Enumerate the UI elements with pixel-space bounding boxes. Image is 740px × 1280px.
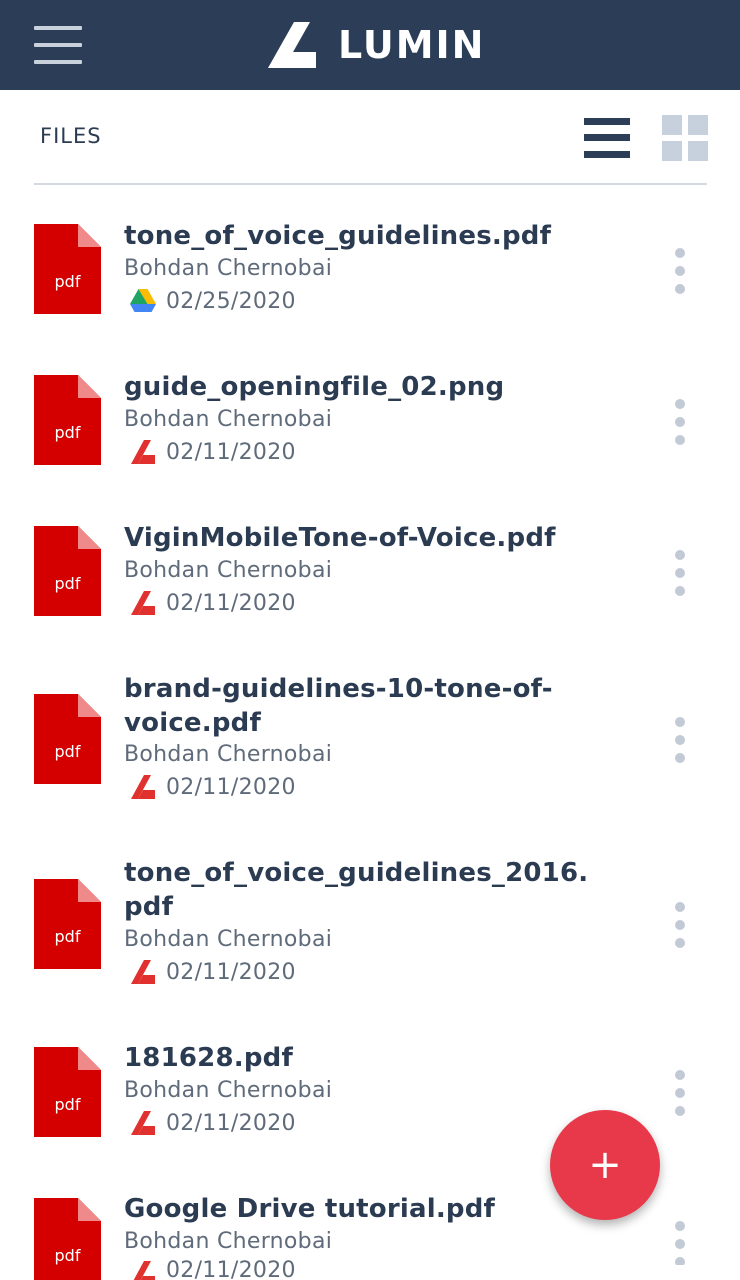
file-date: 02/11/2020 [166, 1258, 296, 1280]
more-options-icon[interactable] [668, 1221, 692, 1265]
file-date: 02/11/2020 [166, 590, 296, 616]
lumin-icon [131, 591, 155, 615]
lumin-icon [133, 1261, 155, 1280]
app-root: LUMIN FILES pdf tone_of_voice_guidelines… [0, 0, 740, 1280]
lumin-icon [131, 1111, 155, 1135]
file-date: 02/25/2020 [166, 288, 296, 314]
more-options-icon[interactable] [668, 399, 692, 445]
pdf-file-icon: pdf [34, 224, 101, 314]
pdf-file-icon: pdf [34, 879, 101, 969]
menu-icon[interactable] [34, 26, 82, 66]
file-meta: 02/11/2020 [130, 1258, 296, 1280]
file-meta: 02/11/2020 [130, 773, 296, 801]
file-name: brand-guidelines-10-tone-of- voice.pdf [124, 674, 553, 738]
more-options-icon[interactable] [668, 1070, 692, 1116]
lumin-logo-icon [268, 22, 316, 68]
files-toolbar: FILES [0, 90, 740, 184]
file-name: ViginMobileTone-of-Voice.pdf [124, 523, 556, 553]
file-meta: 02/25/2020 [130, 287, 296, 315]
toolbar-divider [34, 183, 707, 185]
file-meta: 02/11/2020 [130, 589, 296, 617]
grid-view-icon[interactable] [662, 115, 708, 161]
more-options-icon[interactable] [668, 550, 692, 596]
file-date: 02/11/2020 [166, 774, 296, 800]
lumin-icon [131, 775, 155, 799]
file-name: tone_of_voice_guidelines.pdf [124, 221, 552, 251]
file-owner: Bohdan Chernobai [124, 256, 333, 281]
file-owner: Bohdan Chernobai [124, 1229, 333, 1254]
pdf-file-icon: pdf [34, 694, 101, 784]
pdf-file-icon: pdf [34, 526, 101, 616]
brand-name: LUMIN [338, 23, 486, 67]
list-view-icon[interactable] [584, 118, 630, 158]
add-file-button[interactable]: + [550, 1110, 660, 1220]
file-date: 02/11/2020 [166, 959, 296, 985]
file-owner: Bohdan Chernobai [124, 1078, 333, 1103]
file-name: tone_of_voice_guidelines_2016. pdf [124, 858, 589, 922]
more-options-icon[interactable] [668, 902, 692, 948]
file-meta: 02/11/2020 [130, 438, 296, 466]
file-date: 02/11/2020 [166, 439, 296, 465]
pdf-file-icon: pdf [34, 1198, 101, 1280]
file-name: 181628.pdf [124, 1043, 293, 1073]
file-name: Google Drive tutorial.pdf [124, 1194, 496, 1224]
file-date: 02/11/2020 [166, 1110, 296, 1136]
google-drive-icon [130, 289, 156, 312]
file-name: guide_openingfile_02.png [124, 372, 505, 402]
brand: LUMIN [266, 22, 485, 68]
more-options-icon[interactable] [668, 717, 692, 763]
pdf-file-icon: pdf [34, 1047, 101, 1137]
file-meta: 02/11/2020 [130, 958, 296, 986]
lumin-icon [131, 960, 155, 984]
top-app-bar: LUMIN [0, 0, 740, 90]
pdf-file-icon: pdf [34, 375, 101, 465]
file-owner: Bohdan Chernobai [124, 558, 333, 583]
file-owner: Bohdan Chernobai [124, 407, 333, 432]
file-meta: 02/11/2020 [130, 1109, 296, 1137]
file-owner: Bohdan Chernobai [124, 927, 333, 952]
file-owner: Bohdan Chernobai [124, 742, 333, 767]
lumin-icon [131, 440, 155, 464]
section-title: FILES [40, 124, 102, 148]
plus-icon: + [588, 1142, 622, 1188]
more-options-icon[interactable] [668, 248, 692, 294]
